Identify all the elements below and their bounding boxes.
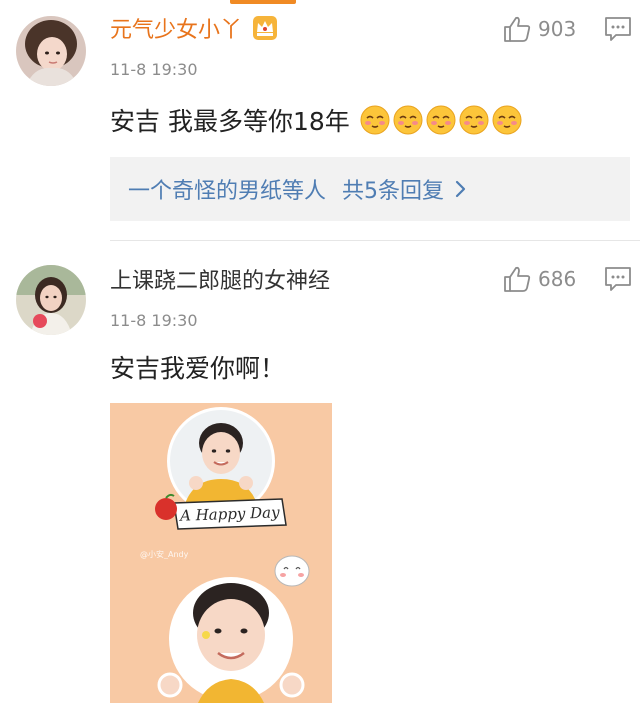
reply-button[interactable] [604, 265, 632, 293]
reply-count-link[interactable]: 共5条回复 [342, 173, 444, 205]
comment-actions: 903 [502, 12, 640, 46]
comment-actions: 686 [502, 262, 640, 296]
comment-bubble-icon [605, 267, 631, 291]
comment-image[interactable]: A Happy Day @小安_Andy [110, 403, 332, 703]
comment-body: 安吉我爱你啊！ [110, 347, 285, 387]
crown-badge-icon [252, 15, 278, 41]
like-button[interactable]: 903 [502, 14, 586, 44]
blushing-face-emoji [360, 105, 390, 135]
comment-body: 安吉 我最多等你18年 [110, 100, 522, 140]
username[interactable]: 上课跷二郎腿的女神经 [110, 263, 330, 295]
comment-text: 安吉 我最多等你18年 [110, 107, 350, 136]
username[interactable]: 元气少女小丫 [110, 12, 242, 44]
comment-text: 安吉我爱你啊！ [110, 354, 286, 383]
like-count: 903 [538, 17, 577, 41]
blushing-face-emoji [393, 105, 423, 135]
blushing-face-emoji [492, 105, 522, 135]
reply-summary[interactable]: 一个奇怪的男纸等人 共5条回复 [110, 157, 630, 221]
comment-timestamp: 11-8 19:30 [110, 311, 198, 330]
reply-summary-user[interactable]: 一个奇怪的男纸等人 [128, 173, 326, 205]
comment-bubble-icon [605, 17, 631, 41]
comment-item-1: 元气少女小丫 11-8 19:30 903 安吉 我最多等你18年 一个奇怪的男… [0, 0, 640, 240]
username-row: 元气少女小丫 [110, 12, 278, 44]
image-watermark: @小安_Andy [140, 549, 189, 559]
blushing-face-emoji [426, 105, 456, 135]
chevron-right-icon [454, 179, 468, 199]
thumbs-up-icon [504, 266, 531, 292]
blushing-face-emoji [459, 105, 489, 135]
like-button[interactable]: 686 [502, 264, 586, 294]
avatar[interactable] [16, 16, 86, 86]
username-row: 上课跷二郎腿的女神经 [110, 263, 330, 295]
thumbs-up-icon [504, 16, 531, 42]
like-count: 686 [538, 267, 577, 291]
reply-button[interactable] [604, 15, 632, 43]
image-banner-text: A Happy Day [178, 503, 281, 525]
comment-timestamp: 11-8 19:30 [110, 60, 198, 79]
avatar[interactable] [16, 265, 86, 335]
